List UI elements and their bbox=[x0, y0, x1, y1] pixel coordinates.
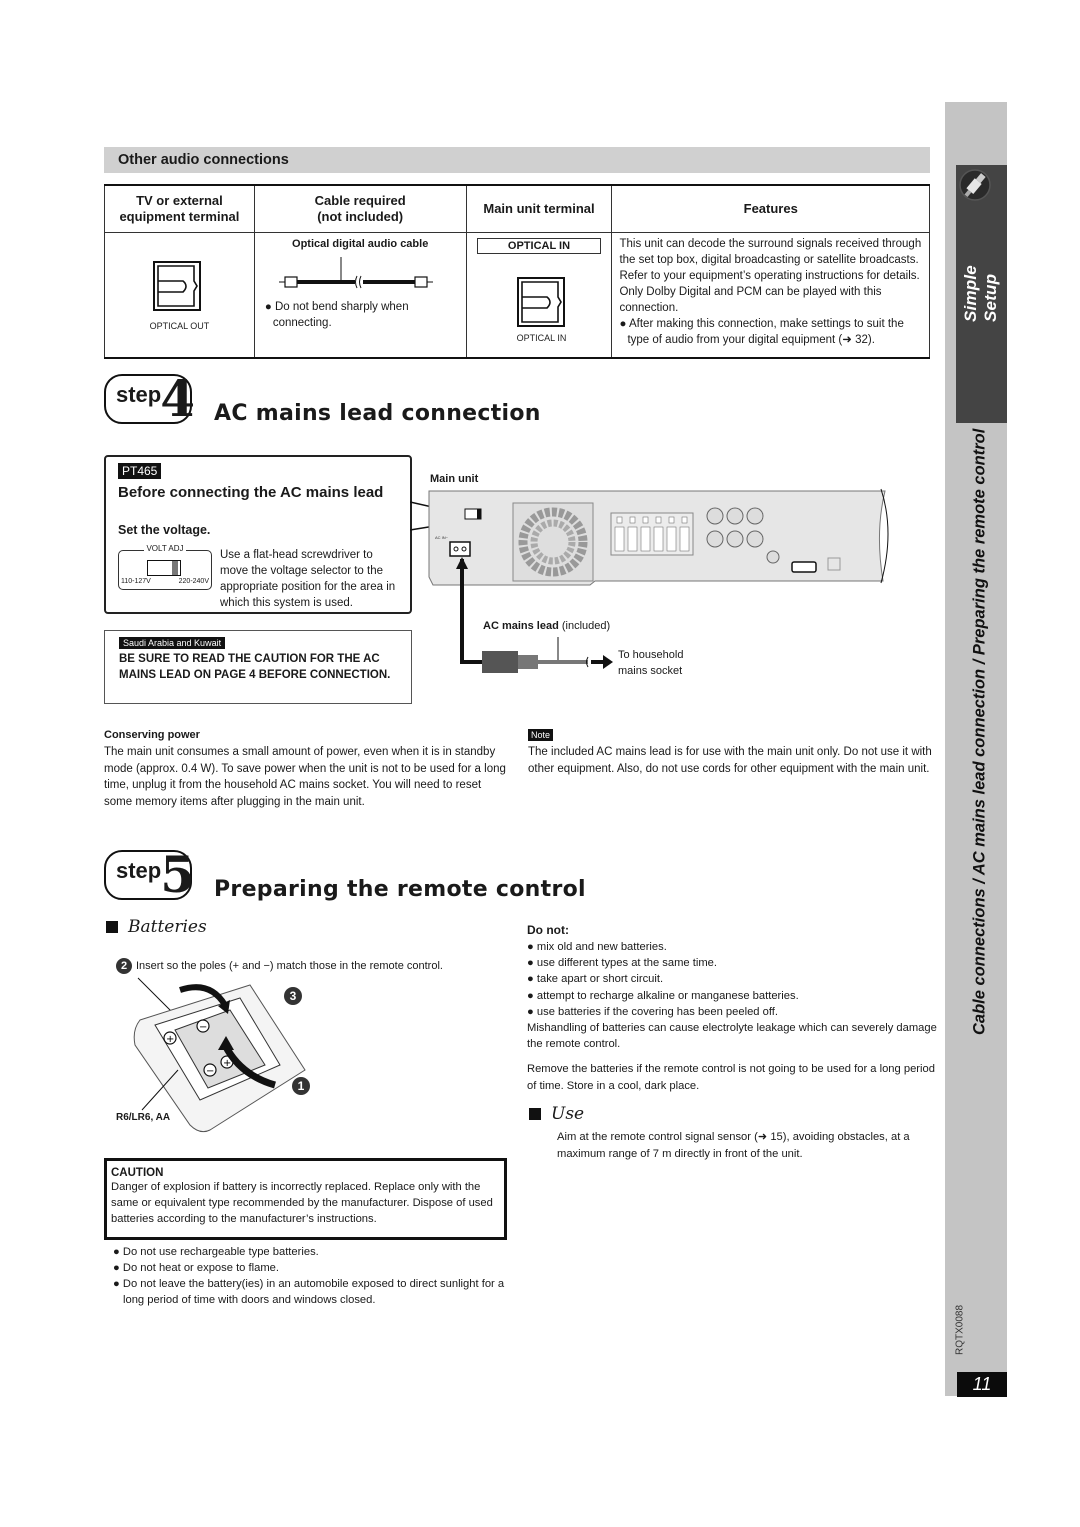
cable-note: ● Do not bend sharply when connecting. bbox=[264, 301, 409, 329]
use-heading: Use bbox=[529, 1104, 584, 1124]
note-text: The included AC mains lead is for use wi… bbox=[528, 746, 932, 775]
caution-text: Danger of explosion if battery is incorr… bbox=[111, 1181, 493, 1225]
optical-out-label: OPTICAL OUT bbox=[149, 321, 210, 331]
section-heading-other-audio: Other audio connections bbox=[104, 147, 930, 173]
battery-bullets: ● Do not use rechargeable type batteries… bbox=[113, 1244, 513, 1308]
ac-lead-label: AC mains lead (included) bbox=[483, 620, 611, 632]
mishandling-text: Mishandling of batteries can cause elect… bbox=[527, 1022, 937, 1051]
do-not-heading: Do not: bbox=[527, 923, 569, 937]
voltage-box-heading: Before connecting the AC mains lead bbox=[118, 484, 384, 501]
cell-features: This unit can decode the surround signal… bbox=[611, 232, 930, 359]
list-item: ● Do not heat or expose to flame. bbox=[113, 1262, 279, 1274]
section-label: Simple Setup bbox=[961, 265, 1000, 322]
battery-caution-box: CAUTION Danger of explosion if battery i… bbox=[104, 1158, 507, 1240]
step4-title: AC mains lead connection bbox=[214, 401, 541, 426]
region-caution-box: Saudi Arabia and Kuwait BE SURE TO READ … bbox=[104, 630, 412, 704]
voltage-setting-box: PT465 Before connecting the AC mains lea… bbox=[104, 455, 412, 614]
step-marker-1: 1 bbox=[292, 1077, 310, 1095]
step5-heading: step 5 Preparing the remote control bbox=[104, 849, 586, 902]
remove-batteries-text: Remove the batteries if the remote contr… bbox=[527, 1063, 935, 1092]
av-plug-icon bbox=[959, 169, 991, 201]
col-header-cable: Cable required (not included) bbox=[253, 184, 467, 233]
page-number: 11 bbox=[957, 1372, 1007, 1397]
note-badge: Note bbox=[528, 729, 554, 741]
use-text: Aim at the remote control signal sensor … bbox=[557, 1131, 910, 1160]
list-item: ● take apart or short circuit. bbox=[527, 973, 664, 986]
optical-in-terminal-label: OPTICAL IN bbox=[476, 238, 601, 254]
running-title: Cable connections / AC mains lead connec… bbox=[970, 428, 989, 1035]
household-socket-label: To household mains socket bbox=[618, 649, 684, 677]
table-header-row: TV or external equipment terminal Cable … bbox=[104, 184, 930, 233]
step5-title: Preparing the remote control bbox=[214, 877, 586, 902]
voltage-box-subheading: Set the voltage. bbox=[118, 523, 211, 537]
list-item: ● mix old and new batteries. bbox=[527, 941, 667, 953]
svg-text:−: − bbox=[199, 1022, 207, 1033]
optical-cable-icon bbox=[278, 257, 433, 289]
cell-main-terminal: OPTICAL IN OPTICAL IN bbox=[465, 232, 613, 359]
region-badge: Saudi Arabia and Kuwait bbox=[119, 637, 226, 649]
list-item: ● attempt to recharge alkaline or mangan… bbox=[527, 989, 799, 1002]
do-not-list: ● mix old and new batteries. ● use diffe… bbox=[527, 939, 937, 1094]
volt-adj-switch: VOLT ADJ 110-127V 220-240V bbox=[118, 544, 212, 590]
list-item: ● Do not leave the battery(ies) in an au… bbox=[113, 1278, 505, 1306]
voltage-box-description: Use a flat-head screwdriver to move the … bbox=[220, 549, 396, 609]
main-unit-label: Main unit bbox=[430, 473, 479, 485]
svg-text:+: + bbox=[166, 1034, 174, 1045]
battery-type-label: R6/LR6, AA bbox=[116, 1112, 171, 1123]
step-marker-3: 3 bbox=[284, 987, 302, 1005]
optical-out-port-icon bbox=[153, 261, 201, 311]
step5-badge: step 5 bbox=[104, 849, 195, 900]
list-item: ● Do not use rechargeable type batteries… bbox=[113, 1246, 319, 1258]
step4-badge: step 4 bbox=[104, 373, 195, 424]
features-text: This unit can decode the surround signal… bbox=[619, 238, 922, 346]
region-warning: BE SURE TO READ THE CAUTION FOR THE AC M… bbox=[119, 653, 391, 681]
svg-text:−: − bbox=[206, 1066, 214, 1077]
col-header-main-terminal: Main unit terminal bbox=[465, 184, 613, 233]
conserving-power-text: The main unit consumes a small amount of… bbox=[104, 746, 506, 808]
step4-heading: step 4 AC mains lead connection bbox=[104, 373, 541, 426]
batteries-heading: Batteries bbox=[106, 917, 207, 937]
square-bullet-icon bbox=[106, 921, 118, 933]
cell-cable: Optical digital audio cable ● Do not ben… bbox=[253, 232, 467, 359]
optical-in-port-icon bbox=[516, 277, 565, 327]
table-row: OPTICAL OUT Optical digital audio cable … bbox=[104, 232, 930, 359]
caution-heading: CAUTION bbox=[111, 1167, 164, 1179]
document-code: RQTX0088 bbox=[954, 1304, 966, 1356]
optical-in-label: OPTICAL IN bbox=[516, 333, 567, 343]
col-header-features: Features bbox=[611, 184, 930, 233]
list-item: ● use different types at the same time. bbox=[527, 957, 718, 970]
svg-text:AC IN~: AC IN~ bbox=[435, 535, 449, 540]
cable-name: Optical digital audio cable bbox=[292, 238, 429, 250]
cell-tv-terminal: OPTICAL OUT bbox=[104, 232, 255, 359]
col-header-tv-terminal: TV or external equipment terminal bbox=[104, 184, 255, 233]
model-badge: PT465 bbox=[118, 463, 162, 479]
conserving-power-heading: Conserving power bbox=[104, 729, 200, 741]
connections-table: TV or external equipment terminal Cable … bbox=[104, 184, 930, 359]
square-bullet-icon bbox=[529, 1108, 541, 1120]
list-item: ● use batteries if the covering has been… bbox=[527, 1005, 778, 1018]
